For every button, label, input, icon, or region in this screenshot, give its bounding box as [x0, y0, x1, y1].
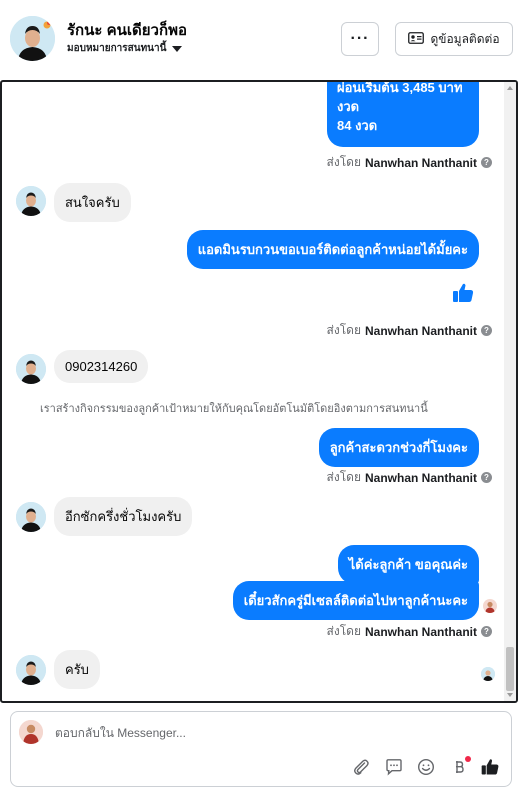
payment-icon[interactable]: [448, 756, 471, 778]
page-avatar: [19, 720, 43, 744]
sent-by-label: ส่งโดย Nanwhan Nanthanit ?: [327, 622, 492, 641]
contact-info-label: ดูข้อมูลติดต่อ: [430, 31, 500, 46]
conversation-header: รักนะ คนเดียวก็พอ มอบหมายการสนทนานี้ ···…: [0, 0, 518, 80]
agent-name: Nanwhan Nanthanit: [364, 624, 477, 639]
seen-receipt-avatar: [481, 667, 495, 681]
more-dots-icon: ···: [350, 30, 370, 47]
outgoing-message[interactable]: แอดมินรบกวนขอเบอร์ติดต่อลูกค้าหน่อยได้มั…: [186, 230, 479, 269]
assign-label: มอบหมายการสนทนานี้: [67, 43, 167, 54]
sent-by-label: ส่งโดย Nanwhan Nanthanit ?: [327, 321, 492, 340]
contact-avatar: [16, 354, 46, 384]
attach-icon[interactable]: [350, 756, 372, 778]
sent-by-label: ส่งโดย Nanwhan Nanthanit ?: [327, 153, 492, 172]
view-contact-info-button[interactable]: ดูข้อมูลติดต่อ: [395, 22, 513, 56]
reply-input[interactable]: [55, 726, 355, 740]
contact-avatar[interactable]: [10, 16, 55, 61]
message-line: งวด: [337, 99, 360, 114]
message-line: ผ่อนเริ่มต้น 3,485 บาท: [337, 80, 463, 95]
assign-conversation-dropdown[interactable]: มอบหมายการสนทนานี้: [67, 41, 183, 56]
caret-down-icon: [172, 45, 183, 52]
message-thread[interactable]: ผ่อนเริ่มต้น 3,485 บาท งวด 84 งวด ส่งโดย…: [0, 80, 518, 703]
incoming-message[interactable]: อีกซักครึ่งชั่วโมงครับ: [54, 497, 193, 536]
scrollbar-thumb[interactable]: [506, 647, 514, 691]
contact-name[interactable]: รักนะ คนเดียวก็พอ: [67, 18, 187, 42]
message-line: 84 งวด: [337, 118, 378, 133]
scroll-up-arrow-icon[interactable]: [507, 86, 513, 90]
reply-composer: [10, 711, 512, 787]
more-options-button[interactable]: ···: [341, 22, 379, 56]
seen-receipt-avatar: [483, 599, 497, 613]
agent-name: Nanwhan Nanthanit: [364, 155, 477, 170]
outgoing-message[interactable]: ได้ค่ะลูกค้า ขอคุณค่ะ: [337, 545, 479, 584]
outgoing-message[interactable]: ผ่อนเริ่มต้น 3,485 บาท งวด 84 งวด: [327, 80, 479, 147]
thumbs-up-icon[interactable]: [451, 281, 475, 305]
incoming-message[interactable]: ครับ: [54, 650, 100, 689]
emoji-icon[interactable]: [415, 756, 437, 778]
help-icon[interactable]: ?: [481, 626, 492, 637]
contact-avatar: [16, 502, 46, 532]
outgoing-message[interactable]: เดี๋ยวสักครู่มีเซลล์ติดต่อไปหาลูกค้านะคะ: [232, 581, 479, 620]
agent-name: Nanwhan Nanthanit: [364, 323, 477, 338]
sent-by-label: ส่งโดย Nanwhan Nanthanit ?: [327, 468, 492, 487]
saved-reply-icon[interactable]: [383, 756, 405, 778]
contact-card-icon: [408, 31, 425, 47]
scroll-down-arrow-icon[interactable]: [507, 693, 513, 697]
contact-avatar: [16, 655, 46, 685]
like-send-icon[interactable]: [479, 756, 501, 778]
help-icon[interactable]: ?: [481, 157, 492, 168]
help-icon[interactable]: ?: [481, 472, 492, 483]
incoming-message[interactable]: สนใจครับ: [54, 183, 131, 222]
system-note: เราสร้างกิจกรรมของลูกค้าเป้าหมายให้กับคุ…: [40, 403, 428, 415]
incoming-message[interactable]: 0902314260: [54, 350, 149, 383]
outgoing-message[interactable]: ลูกค้าสะดวกช่วงกี่โมงคะ: [318, 428, 479, 467]
contact-avatar: [16, 186, 46, 216]
thread-scrollbar[interactable]: [504, 82, 516, 701]
notification-dot: [465, 756, 471, 762]
agent-name: Nanwhan Nanthanit: [364, 470, 477, 485]
help-icon[interactable]: ?: [481, 325, 492, 336]
